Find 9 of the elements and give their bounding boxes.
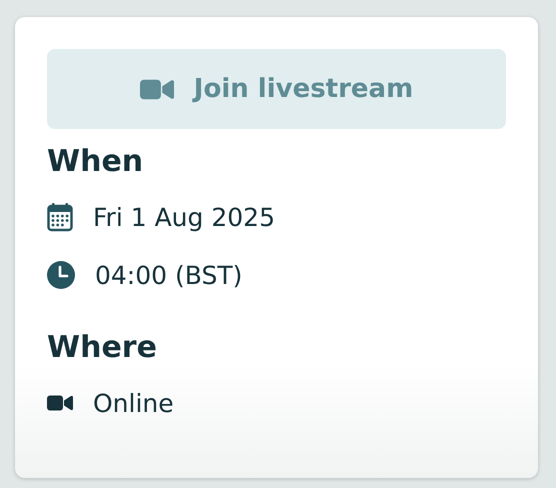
location-text: Online (93, 388, 174, 418)
video-camera-icon (47, 395, 73, 411)
where-heading: Where (47, 333, 158, 363)
video-camera-icon (140, 78, 174, 100)
calendar-icon (47, 202, 73, 232)
date-text: Fri 1 Aug 2025 (93, 202, 275, 232)
time-text: 04:00 (BST) (95, 260, 242, 290)
when-heading: When (47, 147, 144, 177)
clock-icon (47, 261, 75, 289)
